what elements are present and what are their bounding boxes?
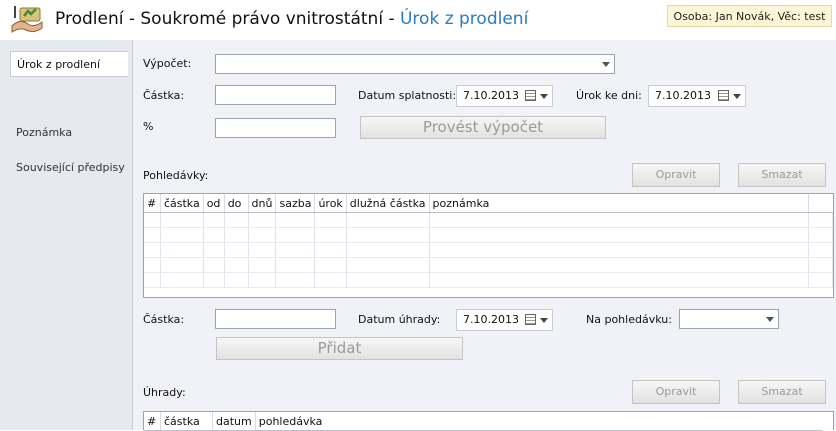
page-title: Prodlení - Soukromé právo vnitrostátní -…	[55, 9, 528, 29]
urok-ke-dni-value: 7.10.2013	[655, 89, 711, 102]
column-header[interactable]: dnů	[248, 194, 277, 213]
column-header[interactable]: úrok	[314, 194, 347, 213]
pohledavky-label: Pohledávky:	[143, 169, 209, 182]
table-row[interactable]	[144, 272, 833, 288]
payment-castka-label: Částka:	[143, 313, 185, 326]
castka-label: Částka:	[143, 89, 185, 102]
calendar-icon	[525, 90, 536, 101]
chevron-down-icon	[733, 94, 741, 99]
provest-vypocet-button[interactable]: Provést výpočet	[360, 116, 606, 139]
sidebar	[0, 40, 132, 430]
column-header[interactable]: do	[224, 194, 249, 213]
app-logo-icon	[10, 4, 46, 34]
vypocet-label: Výpočet:	[143, 57, 192, 70]
column-header[interactable]: dlužná částka	[346, 194, 430, 213]
table-row[interactable]	[144, 227, 833, 243]
percent-input[interactable]	[215, 118, 336, 138]
table-header-row: # částka datum pohledávka	[144, 412, 822, 431]
pridat-button[interactable]: Přidat	[216, 337, 463, 360]
table-row[interactable]	[144, 257, 833, 273]
uhrady-table[interactable]: # částka datum pohledávka	[143, 411, 834, 431]
pohledavky-edit-button[interactable]: Opravit	[632, 163, 720, 187]
datum-splatnosti-picker[interactable]: 7.10.2013	[456, 85, 553, 107]
column-header[interactable]: částka	[160, 412, 213, 431]
chevron-down-icon	[766, 317, 774, 322]
castka-input[interactable]	[215, 85, 336, 105]
sidebar-item-urok-z-prodleni[interactable]: Úrok z prodlení	[10, 51, 128, 77]
column-header[interactable]: poznámka	[429, 194, 810, 213]
vypocet-select[interactable]	[215, 54, 615, 74]
column-header[interactable]: od	[203, 194, 225, 213]
uhrady-edit-button[interactable]: Opravit	[632, 380, 720, 404]
chevron-down-icon	[540, 94, 548, 99]
datum-splatnosti-label: Datum splatnosti:	[358, 89, 457, 102]
table-row[interactable]	[144, 242, 833, 258]
table-header-row: # částka od do dnů sazba úrok dlužná čás…	[144, 194, 833, 213]
column-header[interactable]: #	[144, 194, 161, 213]
chevron-down-icon	[540, 318, 548, 323]
sidebar-item-souvisejici-predpisy[interactable]: Související předpisy	[10, 155, 128, 181]
uhrady-label: Úhrady:	[143, 386, 186, 399]
payment-castka-input[interactable]	[215, 309, 336, 329]
person-info-badge: Osoba: Jan Novák, Věc: test	[667, 5, 832, 27]
datum-uhrady-value: 7.10.2013	[463, 313, 519, 326]
table-row[interactable]	[144, 212, 833, 228]
column-header-spacer	[808, 194, 833, 213]
datum-splatnosti-value: 7.10.2013	[463, 89, 519, 102]
sidebar-item-poznamka[interactable]: Poznámka	[10, 120, 128, 146]
calendar-icon	[718, 90, 729, 101]
page-title-main: Prodlení - Soukromé právo vnitrostátní -	[55, 9, 400, 29]
column-header[interactable]: datum	[212, 412, 256, 431]
na-pohledavku-select[interactable]	[679, 309, 779, 329]
percent-label: %	[143, 120, 154, 133]
na-pohledavku-label: Na pohledávku:	[586, 313, 672, 326]
page-title-sub: Úrok z prodlení	[399, 9, 529, 29]
column-header[interactable]: #	[144, 412, 161, 431]
column-header[interactable]: částka	[160, 194, 204, 213]
calendar-icon	[525, 314, 536, 325]
datum-uhrady-label: Datum úhrady:	[358, 313, 441, 326]
uhrady-delete-button[interactable]: Smazat	[738, 380, 826, 404]
chevron-down-icon	[602, 62, 610, 67]
urok-ke-dni-picker[interactable]: 7.10.2013	[648, 85, 746, 107]
column-header[interactable]: pohledávka	[255, 412, 822, 431]
urok-ke-dni-label: Úrok ke dni:	[576, 89, 642, 102]
pohledavky-table[interactable]: # částka od do dnů sazba úrok dlužná čás…	[143, 193, 834, 298]
pohledavky-delete-button[interactable]: Smazat	[738, 163, 826, 187]
column-header[interactable]: sazba	[275, 194, 316, 213]
datum-uhrady-picker[interactable]: 7.10.2013	[456, 309, 553, 331]
